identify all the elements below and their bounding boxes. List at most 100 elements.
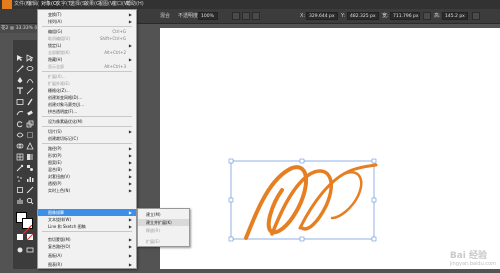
menu-item-create-object-mosaic[interactable]: 创建对象马赛克(J)... <box>38 101 136 108</box>
type-tool-icon[interactable] <box>16 87 24 95</box>
selection-tool-icon[interactable] <box>16 54 24 62</box>
menu-item-lock[interactable]: 锁定(L) ▶ <box>38 42 136 49</box>
eraser-tool-icon[interactable] <box>26 109 34 117</box>
column-graph-tool-icon[interactable] <box>26 175 34 183</box>
paintbrush-tool-icon[interactable] <box>26 98 34 106</box>
menu-item-live-paint[interactable]: 实时上色(N) ▶ <box>38 187 136 194</box>
opacity-label: 不透明度 <box>178 13 199 19</box>
submenu-item-make-and-expand[interactable]: 建立并扩展(K) <box>138 219 189 226</box>
menu-item-clipping-mask[interactable]: 剪切蒙版(M) ▶ <box>38 236 136 243</box>
gradient-tool-icon[interactable] <box>26 153 34 161</box>
rotate-tool-icon[interactable] <box>16 120 24 128</box>
watermark-url: jingyan.baidu.com <box>449 261 496 267</box>
draw-mode-icon[interactable] <box>16 246 24 254</box>
document-tab[interactable]: 花2 @ 33.33% (RGB <box>0 24 39 33</box>
slice-tool-icon[interactable] <box>26 186 34 194</box>
width-label: 宽: <box>382 13 389 19</box>
selection-handle <box>371 197 377 203</box>
mesh-tool-icon[interactable] <box>16 153 24 161</box>
menu-item-graph[interactable]: 图表(R) ▶ <box>38 261 136 268</box>
watermark-text: Bai 经验 <box>449 251 488 261</box>
menu-item-artboards[interactable]: 画板(A) ▶ <box>38 252 136 259</box>
stroke-swatch[interactable] <box>22 218 33 235</box>
hand-tool-icon[interactable] <box>16 197 24 205</box>
menu-item-create-trim-marks[interactable]: 创建裁切标记(C) <box>38 135 136 142</box>
more-options-icon[interactable] <box>472 12 480 20</box>
screen-mode-icon[interactable] <box>26 246 34 254</box>
submenu-item-expand[interactable]: 扩展(E) <box>138 238 189 245</box>
menu-separator <box>42 231 132 232</box>
menu-item-make-pixel-perfect[interactable]: 设为像素级优化(M) <box>38 118 136 125</box>
object-menu-dropdown: 变换(T) ▶ 排列(A) ▶ 编组(G) Ctrl+G 取消编组(U) Shift+C… <box>37 9 137 269</box>
menu-item-slice[interactable]: 切片(S) ▶ <box>38 128 136 135</box>
artboard[interactable] <box>160 28 500 269</box>
menu-item-expand-appearance[interactable]: 扩展外观(E) <box>38 80 136 87</box>
menu-item-rasterize[interactable]: 栅格化(Z)... <box>38 87 136 94</box>
none-mode-icon[interactable] <box>26 233 34 241</box>
free-transform-tool-icon[interactable] <box>26 131 34 139</box>
menu-item-compound-path[interactable]: 复合路径(O) ▶ <box>38 243 136 250</box>
x-field[interactable]: 329.644 px <box>306 12 338 20</box>
submenu-item-make[interactable]: 建立(M) <box>138 211 189 218</box>
height-field[interactable]: 145.2 px <box>442 12 468 20</box>
menu-item-ungroup[interactable]: 取消编组(U) Shift+Ctrl+G <box>38 35 136 42</box>
direct-selection-tool-icon[interactable] <box>26 54 34 62</box>
menu-item-pattern[interactable]: 图案(E) ▶ <box>38 159 136 166</box>
eyedropper-tool-icon[interactable] <box>16 164 24 172</box>
menu-item-perspective[interactable]: 透视(P) ▶ <box>38 180 136 187</box>
menu-item-transform[interactable]: 变换(T) ▶ <box>38 11 136 18</box>
menu-help[interactable]: 帮助(H) <box>126 0 144 9</box>
height-label: 高: <box>434 13 441 19</box>
blend-tool-icon[interactable] <box>26 164 34 172</box>
submenu-item-release[interactable]: 释放(R) <box>138 227 189 234</box>
perspective-grid-tool-icon[interactable] <box>26 142 34 150</box>
shaper-tool-icon[interactable] <box>16 109 24 117</box>
line-tool-icon[interactable] <box>26 87 34 95</box>
menu-item-image-trace[interactable]: 图像描摹 ▶ <box>38 209 136 216</box>
width-tool-icon[interactable] <box>16 131 24 139</box>
menu-item-line-and-sketch[interactable]: Line 和 Sketch 图稿 ▶ <box>38 223 136 230</box>
menu-item-flatten-transparency[interactable]: 拼合透明度(F)... <box>38 108 136 115</box>
menu-item-path[interactable]: 路径(P) ▶ <box>38 145 136 152</box>
menu-item-create-gradient-mesh[interactable]: 创建渐变网格(D)... <box>38 94 136 101</box>
symbol-sprayer-tool-icon[interactable] <box>16 175 24 183</box>
color-mode-icon[interactable] <box>16 233 24 241</box>
menu-item-blend[interactable]: 混合(B) ▶ <box>38 166 136 173</box>
menu-bar: 文件(F) 编辑(E) 对象(O) 文字(T) 选择(S) 效果(C) 视图(V… <box>0 0 500 9</box>
rectangle-tool-icon[interactable] <box>16 98 24 106</box>
pen-tool-icon[interactable] <box>16 76 24 84</box>
menu-item-shape[interactable]: 形状(P) ▶ <box>38 152 136 159</box>
y-field[interactable]: 482.325 px <box>347 12 379 20</box>
menu-item-envelope-distort[interactable]: 封套扭曲(V) ▶ <box>38 173 136 180</box>
curvature-tool-icon[interactable] <box>26 76 34 84</box>
selection-handle <box>299 236 305 242</box>
artboard-tool-icon[interactable] <box>16 186 24 194</box>
artwork-svg[interactable] <box>160 28 500 269</box>
menu-separator <box>42 116 132 117</box>
magic-wand-tool-icon[interactable] <box>16 65 24 73</box>
shape-builder-tool-icon[interactable] <box>16 142 24 150</box>
menu-item-text-wrap[interactable]: 文本绕排(W) ▶ <box>38 216 136 223</box>
menu-item-expand[interactable]: 扩展(X)... <box>38 73 136 80</box>
menu-item-arrange[interactable]: 排列(A) ▶ <box>38 18 136 25</box>
recolor-icon[interactable] <box>232 12 240 20</box>
menu-item-group[interactable]: 编组(G) Ctrl+G <box>38 28 136 35</box>
opacity-field[interactable]: 100% <box>198 12 218 20</box>
blend-label: 混合 <box>160 13 171 19</box>
menu-separator <box>42 71 132 72</box>
menu-item-show-all[interactable]: 显示全部 Alt+Ctrl+3 <box>38 63 136 70</box>
selection-handle <box>299 158 305 164</box>
menu-item-unlock-all[interactable]: 全部解锁(K) Alt+Ctrl+2 <box>38 49 136 56</box>
align-icon[interactable] <box>242 12 250 20</box>
transform-icon[interactable] <box>252 12 260 20</box>
watermark: Bai 经验 jingyan.baidu.com <box>450 248 496 267</box>
scale-tool-icon[interactable] <box>26 120 34 128</box>
selection-handle <box>228 236 234 242</box>
selection-handle <box>371 236 377 242</box>
zoom-tool-icon[interactable] <box>26 197 34 205</box>
menu-item-hide[interactable]: 隐藏(H) ▶ <box>38 56 136 63</box>
x-label: X: <box>300 13 306 19</box>
link-icon[interactable] <box>423 12 431 20</box>
lasso-tool-icon[interactable] <box>26 65 34 73</box>
width-field[interactable]: 711.796 px <box>390 12 420 20</box>
